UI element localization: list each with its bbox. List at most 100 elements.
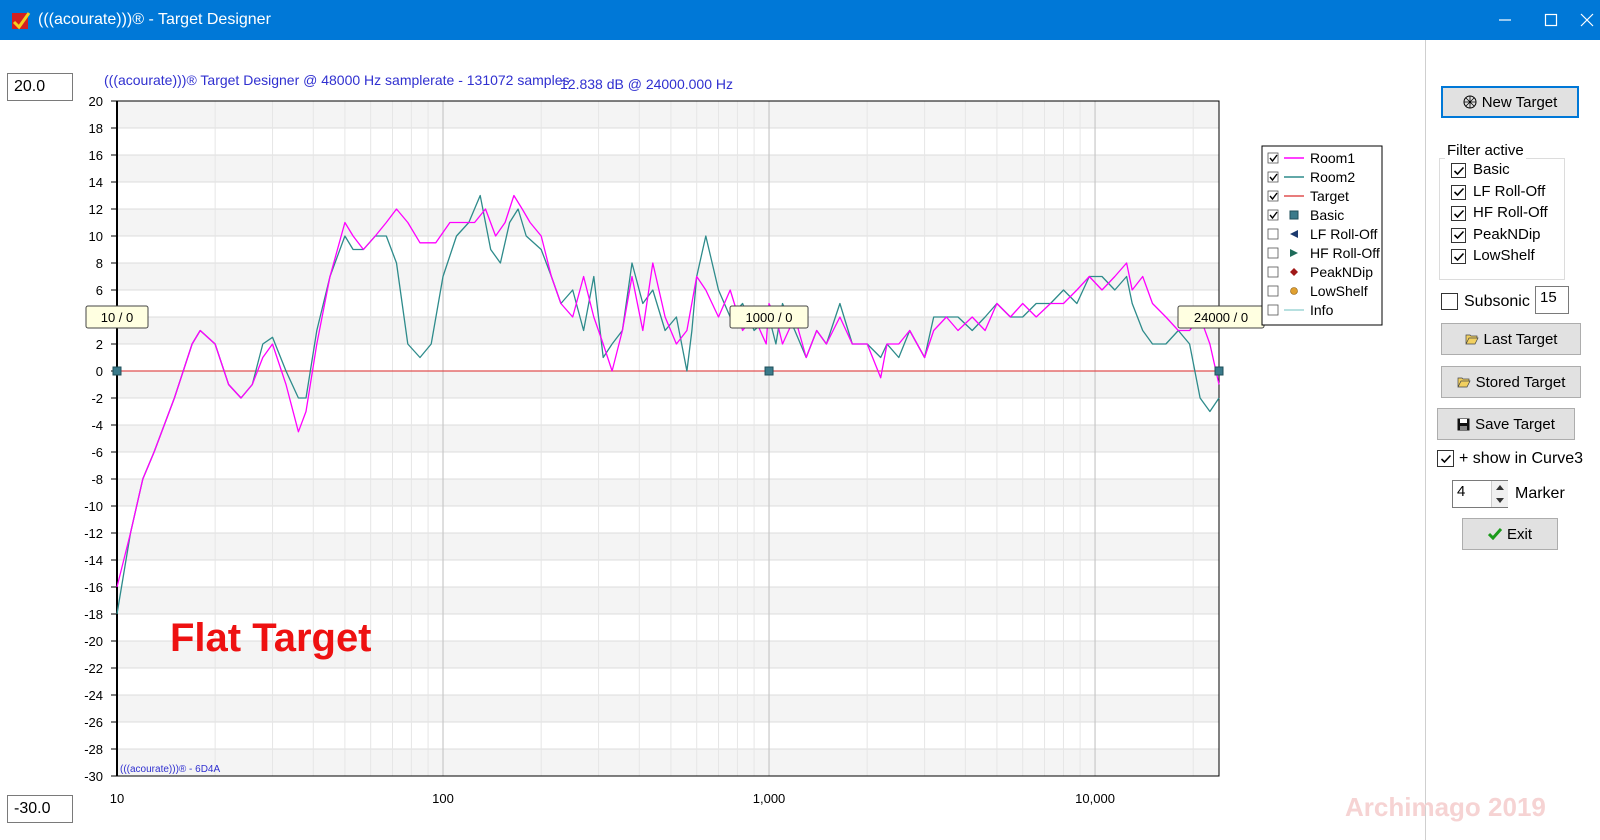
stored-target-button[interactable]: Stored Target <box>1441 366 1581 398</box>
watermark: Archimago 2019 <box>1345 792 1546 822</box>
legend-entry-info: Info <box>1310 302 1334 318</box>
basic-marker <box>764 366 774 376</box>
legend-entry-lowshelf: LowShelf <box>1310 283 1368 299</box>
save-target-button[interactable]: Save Target <box>1437 408 1575 440</box>
legend-circle-icon <box>1290 287 1298 295</box>
y-tick-label: -14 <box>84 553 103 568</box>
x-tick-label: 10 <box>110 791 124 806</box>
filter-checkbox-basic[interactable] <box>1451 163 1466 178</box>
x-tick-label: 100 <box>432 791 454 806</box>
y-tick-label: 0 <box>96 364 103 379</box>
close-button[interactable] <box>1574 0 1600 40</box>
close-icon <box>1580 13 1594 27</box>
grid-band <box>117 101 1219 128</box>
grid-band <box>117 479 1219 506</box>
legend-checkbox <box>1267 285 1279 297</box>
legend-entry-basic: Basic <box>1310 207 1344 223</box>
new-target-button[interactable]: New Target <box>1441 86 1579 118</box>
legend-checkbox <box>1267 228 1279 240</box>
checkmark-icon <box>1487 528 1502 540</box>
folder-open-icon <box>1464 333 1479 345</box>
y-tick-label: -16 <box>84 580 103 595</box>
y-tick-label: -22 <box>84 661 103 676</box>
last-target-button[interactable]: Last Target <box>1441 323 1581 355</box>
subsonic-checkbox[interactable] <box>1441 293 1458 310</box>
marker-spinner[interactable] <box>1491 481 1508 507</box>
spin-up-icon[interactable] <box>1492 481 1508 494</box>
legend-entry-room2: Room2 <box>1310 169 1355 185</box>
filter-checkbox-lf-roll-off[interactable] <box>1451 184 1466 200</box>
y-tick-label: 12 <box>89 202 103 217</box>
exit-label: Exit <box>1506 525 1532 543</box>
y-tick-label: 2 <box>96 337 103 352</box>
y-tick-label: -28 <box>84 742 103 757</box>
last-target-label: Last Target <box>1483 330 1558 348</box>
grid-band <box>117 587 1219 614</box>
filter-checkbox-peakndip[interactable] <box>1451 227 1466 243</box>
frequency-response-chart: 20181614121086420-2-4-6-8-10-12-14-16-18… <box>84 72 1383 806</box>
minimize-icon <box>1499 19 1511 21</box>
legend-entry-hf-roll-off: HF Roll-Off <box>1310 245 1380 261</box>
y-tick-label: -4 <box>91 418 103 433</box>
grid-band <box>117 695 1219 722</box>
grid-band <box>117 317 1219 344</box>
legend-entry-target: Target <box>1310 188 1349 204</box>
show-curve3-checkbox[interactable] <box>1437 450 1454 467</box>
folder-open-icon <box>1457 376 1471 388</box>
y-tick-label: -24 <box>84 688 103 703</box>
marker-tooltip-label: 24000 / 0 <box>1194 310 1248 325</box>
filter-label: LowShelf <box>1473 247 1535 264</box>
stored-target-label: Stored Target <box>1475 373 1566 391</box>
y-tick-label: -6 <box>91 445 103 460</box>
window-title: (((acourate)))® - Target Designer <box>38 11 271 28</box>
y-tick-label: 20 <box>89 94 103 109</box>
grid-band <box>117 533 1219 560</box>
legend-square-icon <box>1289 210 1299 220</box>
panel-divider <box>1425 40 1426 840</box>
title-bar: (((acourate)))® - Target Designer <box>0 0 1600 40</box>
basic-marker <box>112 366 122 376</box>
grid-band <box>117 209 1219 236</box>
legend-checkbox <box>1267 266 1279 278</box>
grid-band <box>117 155 1219 182</box>
marker-tooltip-label: 1000 / 0 <box>746 310 793 325</box>
chart-title: (((acourate)))® Target Designer @ 48000 … <box>104 72 569 88</box>
flat-target-label: Flat Target <box>170 616 372 660</box>
x-tick-label: 1,000 <box>753 791 786 806</box>
y-min-input[interactable] <box>7 795 73 823</box>
y-tick-label: -10 <box>84 499 103 514</box>
filter-checkbox-hf-roll-off[interactable] <box>1451 206 1466 221</box>
y-tick-label: -8 <box>91 472 103 487</box>
filter-label: Basic <box>1473 161 1510 178</box>
chart-legend: Room1 Room2 Target Basic LF Roll-Off HF Roll-… <box>1261 145 1383 326</box>
maximize-button[interactable] <box>1528 0 1574 40</box>
y-tick-label: 14 <box>89 175 103 190</box>
cursor-readout: 12.838 dB @ 24000.000 Hz <box>560 76 733 92</box>
y-tick-label: -12 <box>84 526 103 541</box>
spin-down-icon[interactable] <box>1492 494 1508 507</box>
filter-label: PeakNDip <box>1473 225 1541 243</box>
y-tick-label: 16 <box>89 148 103 163</box>
basic-marker <box>1214 366 1224 376</box>
y-tick-label: -30 <box>84 769 103 784</box>
minimize-button[interactable] <box>1482 0 1528 40</box>
subsonic-input[interactable]: 15 <box>1535 286 1569 314</box>
legend-entry-room1: Room1 <box>1310 150 1355 166</box>
y-tick-label: 6 <box>96 283 103 298</box>
y-tick-label: -26 <box>84 715 103 730</box>
filter-label: LF Roll-Off <box>1473 182 1546 200</box>
filter-label: HF Roll-Off <box>1473 204 1548 221</box>
filter-checkbox-lowshelf[interactable] <box>1451 249 1466 264</box>
legend-checkbox <box>1267 304 1279 316</box>
exit-button[interactable]: Exit <box>1462 518 1558 550</box>
maximize-icon <box>1544 13 1558 27</box>
save-target-label: Save Target <box>1475 415 1555 433</box>
y-tick-label: 10 <box>89 229 103 244</box>
grid-band <box>117 263 1219 290</box>
grid-band <box>117 425 1219 452</box>
y-tick-label: 8 <box>96 256 103 271</box>
new-target-label: New Target <box>1481 93 1558 111</box>
chart-footer: (((acourate)))® - 6D4A <box>120 764 220 775</box>
y-max-input[interactable] <box>7 73 73 101</box>
y-tick-label: -18 <box>84 607 103 622</box>
